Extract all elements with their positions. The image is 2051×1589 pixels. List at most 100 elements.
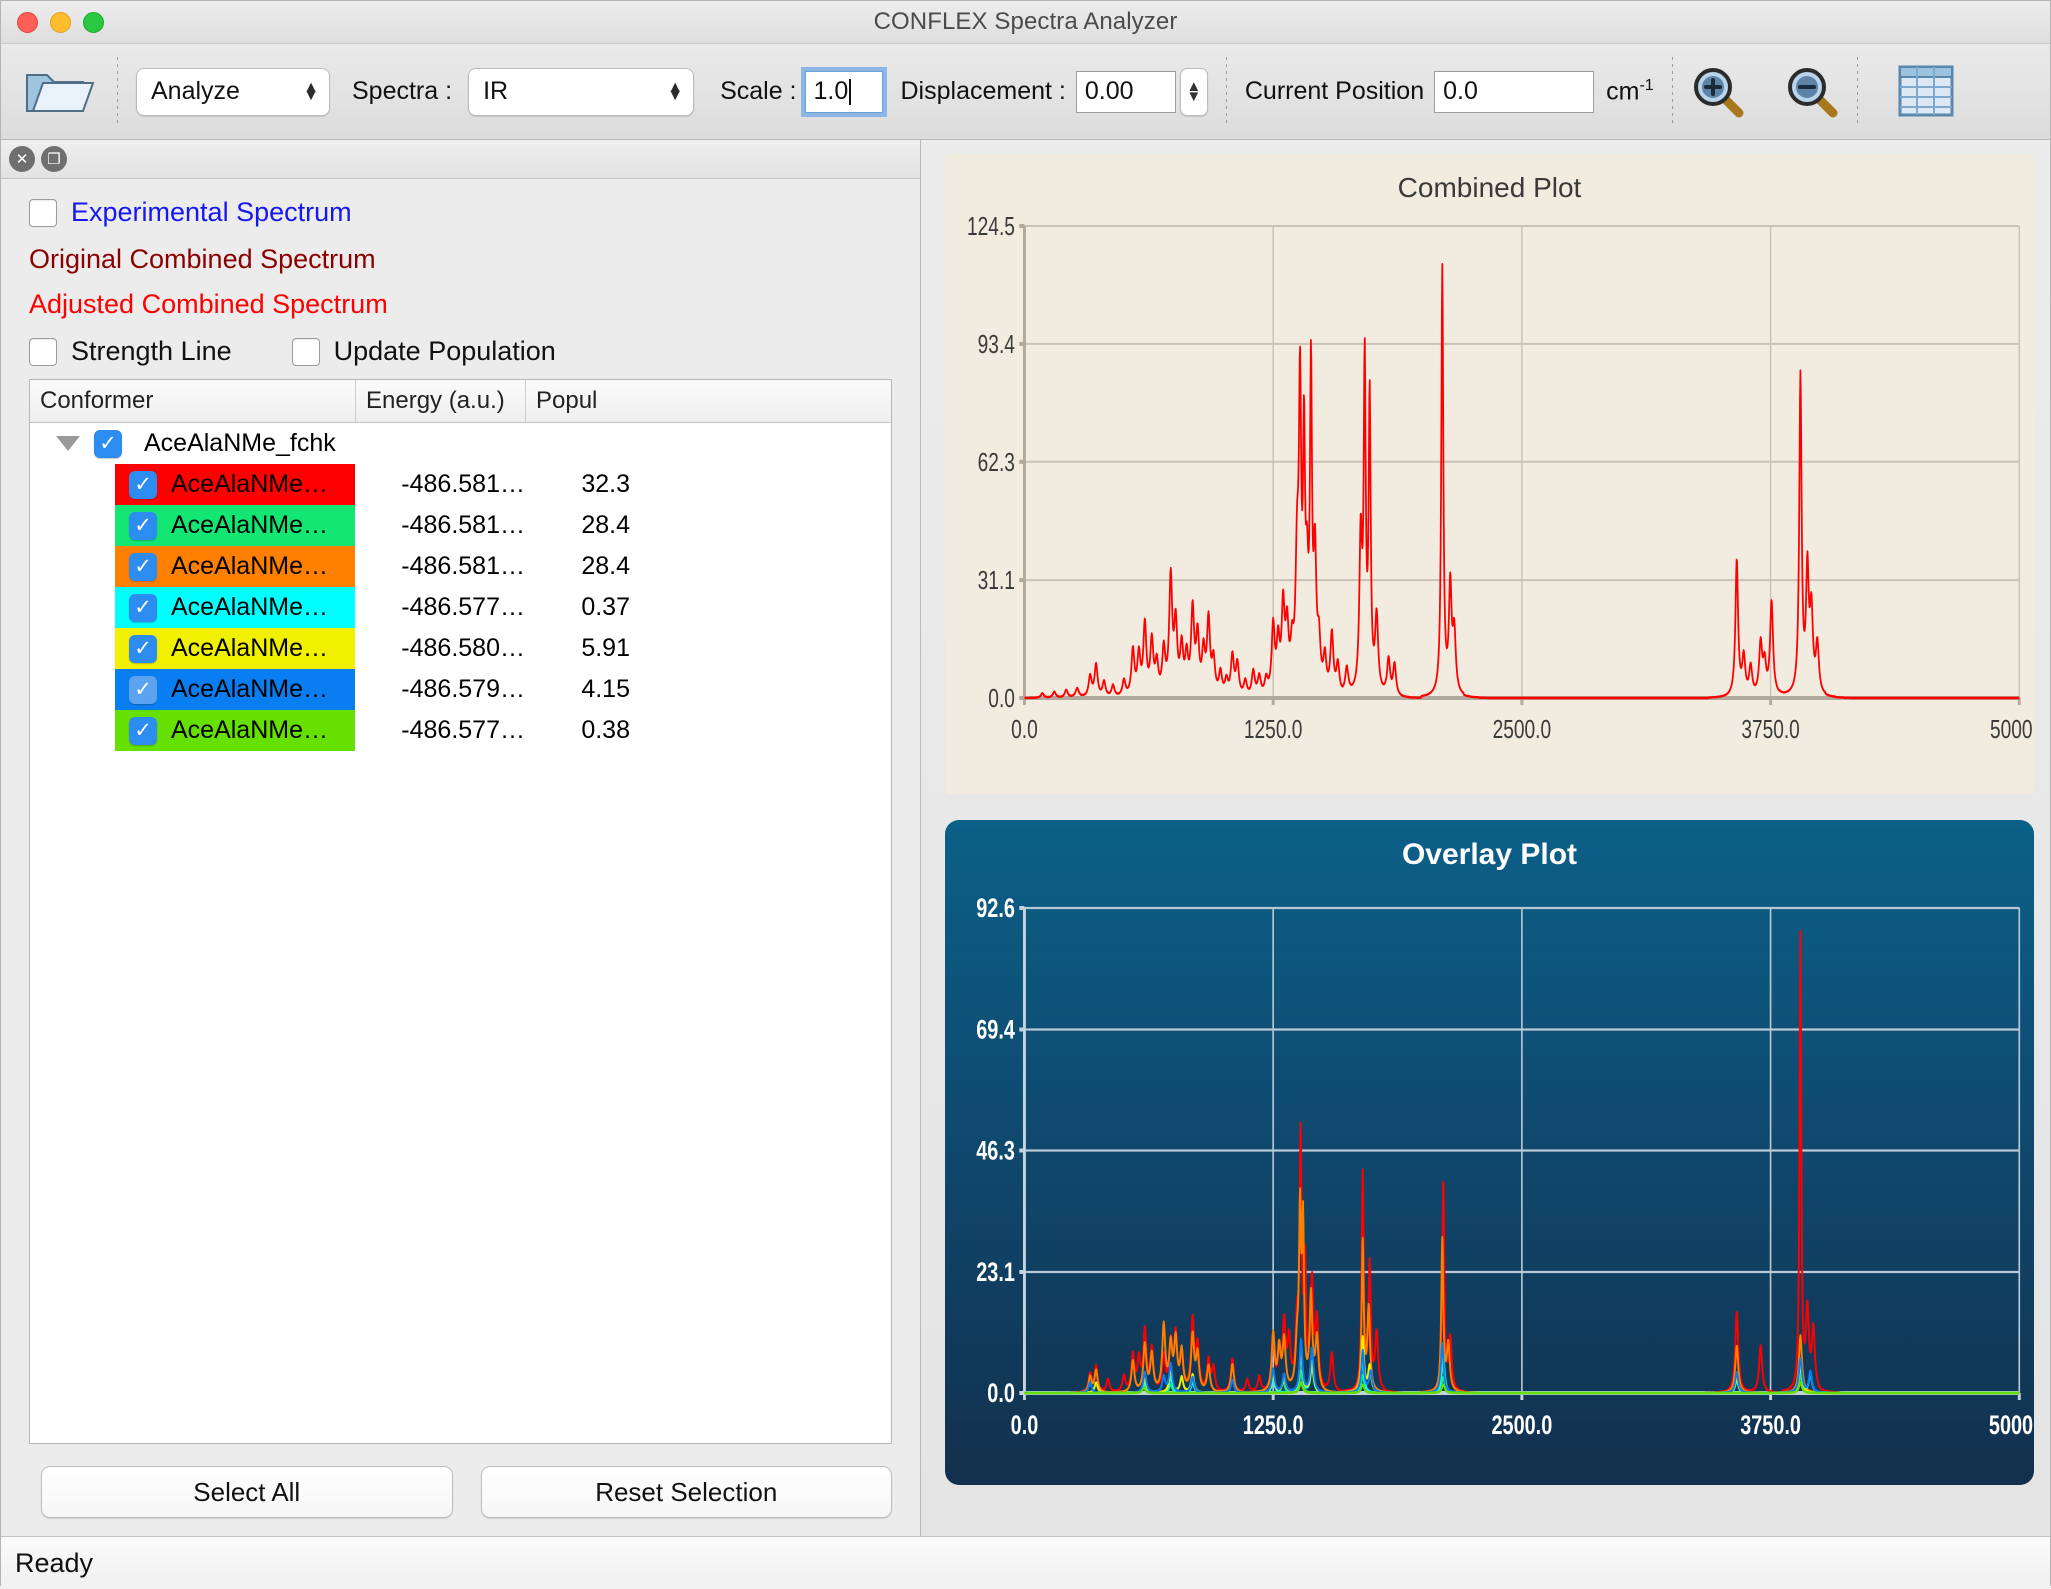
conformer-energy: -486.579… bbox=[355, 675, 535, 704]
table-icon[interactable] bbox=[1896, 63, 1958, 121]
overlay-plot-card[interactable]: Overlay Plot 0.023.146.369.492.60.01250.… bbox=[945, 820, 2034, 1485]
svg-text:93.4: 93.4 bbox=[978, 329, 1015, 359]
experimental-spectrum-label: Experimental Spectrum bbox=[71, 197, 352, 228]
table-row[interactable]: ✓AceAlaNMe…-486.577…0.37 bbox=[30, 587, 891, 628]
conformer-color-swatch[interactable]: ✓ AceAlaNMe… bbox=[115, 505, 355, 546]
conformer-color-swatch[interactable]: ✓AceAlaNMe… bbox=[115, 710, 355, 751]
svg-text:31.1: 31.1 bbox=[978, 565, 1015, 595]
svg-text:0.0: 0.0 bbox=[1011, 714, 1038, 744]
column-header-conformer[interactable]: Conformer bbox=[30, 380, 355, 422]
conformer-color-swatch[interactable]: ✓AceAlaNMe… bbox=[115, 546, 355, 587]
position-unit-label: cm-1 bbox=[1606, 77, 1654, 106]
main-content: ✕ ❐ Experimental Spectrum Original Combi… bbox=[1, 140, 2050, 1536]
svg-text:3750.0: 3750.0 bbox=[1741, 714, 1799, 744]
displacement-label: Displacement : bbox=[901, 77, 1066, 106]
zoom-window-button[interactable] bbox=[83, 12, 104, 33]
svg-text:124.5: 124.5 bbox=[967, 211, 1015, 241]
conformer-color-swatch[interactable]: ✓ AceAlaNMe… bbox=[115, 464, 355, 505]
experimental-spectrum-checkbox[interactable] bbox=[29, 199, 57, 227]
conformer-energy: -486.580… bbox=[355, 634, 535, 663]
strength-line-checkbox[interactable] bbox=[29, 338, 57, 366]
svg-text:0.0: 0.0 bbox=[988, 683, 1015, 713]
panel-restore-icon[interactable]: ❐ bbox=[41, 146, 67, 172]
unit-base: cm bbox=[1606, 77, 1639, 105]
update-population-checkbox[interactable] bbox=[292, 338, 320, 366]
displacement-stepper[interactable]: ▲ ▼ bbox=[1180, 68, 1208, 116]
svg-text:1250.0: 1250.0 bbox=[1243, 1411, 1304, 1441]
minimize-window-button[interactable] bbox=[50, 12, 71, 33]
svg-text:2500.0: 2500.0 bbox=[1492, 1411, 1553, 1441]
panel-close-icon[interactable]: ✕ bbox=[9, 146, 35, 172]
table-row-root[interactable]: ✓AceAlaNMe_fchk bbox=[30, 423, 891, 464]
conformer-energy: -486.581… bbox=[355, 470, 535, 499]
scale-input[interactable]: 1.0 bbox=[805, 71, 883, 113]
svg-text:0.0: 0.0 bbox=[987, 1379, 1015, 1409]
table-row[interactable]: ✓AceAlaNMe…-486.581…32.3 bbox=[30, 464, 891, 505]
zoom-in-icon[interactable] bbox=[1691, 65, 1745, 119]
conformer-population: 0.38 bbox=[535, 716, 630, 745]
displacement-input[interactable]: 0.00 bbox=[1076, 71, 1176, 113]
adjusted-combined-spectrum-label: Adjusted Combined Spectrum bbox=[29, 289, 388, 319]
chevron-updown-icon: ▲▼ bbox=[667, 84, 683, 100]
conformer-color-swatch[interactable]: ✓ AceAlaNMe… bbox=[115, 587, 355, 628]
chevron-updown-icon: ▲▼ bbox=[303, 84, 319, 100]
combined-plot-card[interactable]: Combined Plot 0.031.162.393.4124.50.0125… bbox=[945, 154, 2034, 794]
column-header-population[interactable]: Popul bbox=[525, 380, 891, 422]
table-row[interactable]: ✓AceAlaNMe…-486.577…0.38 bbox=[30, 710, 891, 751]
disclosure-triangle-icon[interactable] bbox=[56, 436, 80, 451]
table-row[interactable]: ✓AceAlaNMe…-486.581…28.4 bbox=[30, 546, 891, 587]
original-combined-spectrum-label: Original Combined Spectrum bbox=[29, 244, 376, 274]
table-row[interactable]: ✓AceAlaNMe…-486.581…28.4 bbox=[30, 505, 891, 546]
conformer-population: 4.15 bbox=[535, 675, 630, 704]
plots-area: Combined Plot 0.031.162.393.4124.50.0125… bbox=[921, 140, 2050, 1536]
conformer-color-swatch[interactable]: ✓AceAlaNMe… bbox=[115, 628, 355, 669]
table-row[interactable]: ✓AceAlaNMe…-486.580…5.91 bbox=[30, 628, 891, 669]
row-checkbox[interactable]: ✓ bbox=[129, 717, 157, 745]
experimental-spectrum-row[interactable]: Experimental Spectrum bbox=[1, 197, 920, 228]
conformer-name: AceAlaNMe… bbox=[171, 675, 328, 704]
current-position-value: 0.0 bbox=[1443, 77, 1478, 106]
options-row: Strength Line Update Population bbox=[1, 336, 920, 367]
row-checkbox[interactable]: ✓ bbox=[129, 512, 157, 540]
table-body: ✓AceAlaNMe_fchk✓AceAlaNMe…-486.581…32.3✓… bbox=[30, 423, 891, 1443]
update-population-label: Update Population bbox=[334, 336, 556, 367]
row-checkbox[interactable]: ✓ bbox=[94, 430, 122, 458]
zoom-out-icon[interactable] bbox=[1785, 65, 1839, 119]
svg-text:5000.0: 5000.0 bbox=[1989, 1411, 2034, 1441]
toolbar-divider bbox=[1857, 57, 1858, 127]
spectra-dropdown[interactable]: IR ▲▼ bbox=[468, 68, 694, 116]
column-header-energy[interactable]: Energy (a.u.) bbox=[355, 380, 525, 422]
row-checkbox[interactable]: ✓ bbox=[129, 553, 157, 581]
close-window-button[interactable] bbox=[17, 12, 38, 33]
original-combined-spectrum-row: Original Combined Spectrum bbox=[1, 244, 920, 275]
analyze-dropdown[interactable]: Analyze ▲▼ bbox=[136, 68, 330, 116]
overlay-plot-svg: 0.023.146.369.492.60.01250.02500.03750.0… bbox=[945, 820, 2034, 1485]
scale-label: Scale : bbox=[720, 77, 796, 106]
conformer-name: AceAlaNMe… bbox=[171, 511, 328, 540]
window-title: CONFLEX Spectra Analyzer bbox=[1, 8, 2050, 36]
toolbar: Analyze ▲▼ Spectra : IR ▲▼ Scale : 1.0 D… bbox=[1, 44, 2050, 140]
row-checkbox[interactable]: ✓ bbox=[129, 594, 157, 622]
table-row[interactable]: ✓ AceAlaNMe… -486.579…4.15 bbox=[30, 669, 891, 710]
spectra-dropdown-value: IR bbox=[483, 77, 508, 106]
strength-line-label: Strength Line bbox=[71, 336, 232, 367]
reset-selection-button[interactable]: Reset Selection bbox=[481, 1466, 893, 1518]
unit-exponent: -1 bbox=[1639, 77, 1653, 94]
analyze-dropdown-label: Analyze bbox=[151, 77, 240, 106]
sidebar-panel: ✕ ❐ Experimental Spectrum Original Combi… bbox=[1, 140, 921, 1536]
select-all-button[interactable]: Select All bbox=[41, 1466, 453, 1518]
toolbar-divider bbox=[1672, 57, 1673, 127]
conformer-name: AceAlaNMe… bbox=[171, 593, 328, 622]
svg-text:5000.0: 5000.0 bbox=[1990, 714, 2034, 744]
current-position-label: Current Position bbox=[1245, 77, 1424, 106]
conformer-name: AceAlaNMe… bbox=[171, 470, 328, 499]
window-controls bbox=[17, 12, 104, 33]
current-position-input[interactable]: 0.0 bbox=[1434, 71, 1594, 113]
conformer-color-swatch[interactable]: ✓ AceAlaNMe… bbox=[115, 669, 355, 710]
open-folder-icon[interactable] bbox=[21, 61, 99, 123]
app-window: CONFLEX Spectra Analyzer Analyze ▲▼ Spec… bbox=[0, 0, 2051, 1586]
row-checkbox[interactable]: ✓ bbox=[129, 635, 157, 663]
conformer-energy: -486.581… bbox=[355, 552, 535, 581]
row-checkbox[interactable]: ✓ bbox=[129, 676, 157, 704]
row-checkbox[interactable]: ✓ bbox=[129, 471, 157, 499]
